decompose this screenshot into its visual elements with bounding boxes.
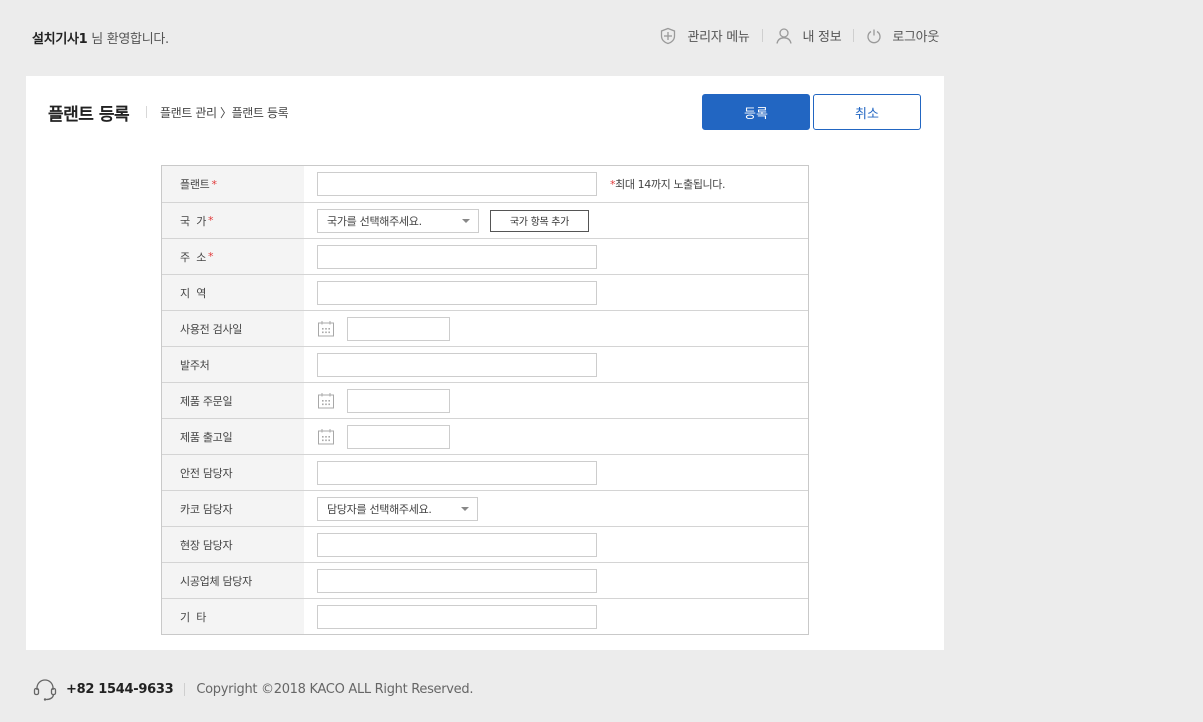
calendar-icon[interactable] [317,392,335,410]
form-row-ship-date: 제품 출고일 [162,418,808,454]
top-bar: 설치기사1 님 환영합니다. 관리자 메뉴 내 정보 로그아웃 [0,0,944,72]
nav-divider [761,29,763,42]
address-label-text: 주 소 [180,250,207,264]
add-country-button[interactable]: 국가 항목 추가 [490,209,589,232]
required-mark: * [208,250,214,263]
contractor-manager-field [304,563,808,598]
kaco-manager-select-value: 담당자를 선택해주세요. [327,502,432,516]
cancel-button[interactable]: 취소 [813,94,921,130]
ship-date-input[interactable] [347,424,450,449]
order-date-label: 제품 주문일 [162,383,304,418]
form-row-inspection-date: 사용전 검사일 [162,310,808,346]
nav-divider [853,29,855,42]
my-info-link[interactable]: 내 정보 [775,26,842,45]
user-icon [775,27,792,44]
note-text: 최대 14까지 노출됩니다. [615,178,726,191]
shield-icon [661,27,676,44]
power-icon [867,29,881,43]
inspection-date-input[interactable] [347,316,450,341]
address-field [304,239,808,274]
address-label: 주 소 * [162,239,304,274]
etc-input[interactable] [317,604,597,629]
plant-field: *최대 14까지 노출됩니다. [304,166,808,202]
ship-date-label: 제품 출고일 [162,419,304,454]
logout-link[interactable]: 로그아웃 [866,26,939,45]
order-date-input[interactable] [347,388,450,413]
form-row-country: 국 가 * 국가를 선택해주세요. 국가 항목 추가 [162,202,808,238]
footer: +82 1544-9633 Copyright ©2018 KACO ALL R… [32,676,473,702]
required-mark: * [208,214,214,227]
kaco-manager-field: 담당자를 선택해주세요. [304,491,808,526]
plant-form: 플랜트 * *최대 14까지 노출됩니다. 국 가 * 국가를 선택해주세요. 국가… [161,165,809,635]
region-label-text: 지 역 [180,286,207,300]
required-mark: * [211,177,217,191]
safety-manager-input[interactable] [317,460,597,485]
form-row-region: 지 역 [162,274,808,310]
user-name: 설치기사1 [32,32,88,47]
chevron-down-icon [462,218,470,223]
headset-icon [33,679,57,701]
form-row-address: 주 소 * [162,238,808,274]
form-row-contractor-manager: 시공업체 담당자 [162,562,808,598]
country-select-value: 국가를 선택해주세요. [327,214,422,228]
support-phone: +82 1544-9633 [66,681,174,697]
plant-note: *최대 14까지 노출됩니다. [610,176,725,192]
form-row-etc: 기 타 [162,598,808,634]
form-row-site-manager: 현장 담당자 [162,526,808,562]
client-input[interactable] [317,352,597,377]
safety-manager-label: 안전 담당자 [162,455,304,490]
client-label: 발주처 [162,347,304,382]
logout-label: 로그아웃 [892,30,939,45]
site-manager-input[interactable] [317,532,597,557]
page-title: 플랜트 등록 [48,105,130,125]
breadcrumb: 플랜트 관리 〉플랜트 등록 [160,106,289,120]
plant-input[interactable] [317,172,597,196]
form-row-safety-manager: 안전 담당자 [162,454,808,490]
country-label: 국 가 * [162,203,304,238]
plant-label-text: 플랜트 [180,178,210,191]
country-label-text: 국 가 [180,214,207,228]
register-button[interactable]: 등록 [702,94,810,130]
plant-label: 플랜트 * [162,166,304,202]
form-row-kaco-manager: 카코 담당자 담당자를 선택해주세요. [162,490,808,526]
region-label: 지 역 [162,275,304,310]
welcome-message: 설치기사1 님 환영합니다. [32,28,169,47]
contractor-manager-label: 시공업체 담당자 [162,563,304,598]
copyright: Copyright ©2018 KACO ALL Right Reserved. [196,681,474,697]
form-row-client: 발주처 [162,346,808,382]
country-field: 국가를 선택해주세요. 국가 항목 추가 [304,203,808,238]
client-field [304,347,808,382]
country-select[interactable]: 국가를 선택해주세요. [317,208,479,233]
address-input[interactable] [317,244,597,269]
kaco-manager-select[interactable]: 담당자를 선택해주세요. [317,496,478,521]
welcome-suffix: 님 환영합니다. [87,32,169,47]
inspection-date-label: 사용전 검사일 [162,311,304,346]
my-info-label: 내 정보 [802,30,842,45]
region-input[interactable] [317,280,597,305]
safety-manager-field [304,455,808,490]
admin-menu-label: 관리자 메뉴 [687,30,750,45]
admin-menu-link[interactable]: 관리자 메뉴 [659,26,750,45]
region-field [304,275,808,310]
site-manager-field [304,527,808,562]
etc-label: 기 타 [162,599,304,634]
etc-field [304,599,808,634]
form-row-plant: 플랜트 * *최대 14까지 노출됩니다. [162,166,808,202]
calendar-icon[interactable] [317,428,335,446]
contractor-manager-input[interactable] [317,568,597,593]
order-date-field [304,383,808,418]
calendar-icon[interactable] [317,320,335,338]
inspection-date-field [304,311,808,346]
content-panel: 플랜트 등록 플랜트 관리 〉플랜트 등록 등록 취소 플랜트 * *최대 14까… [26,76,944,650]
chevron-down-icon [461,506,469,511]
top-nav: 관리자 메뉴 내 정보 로그아웃 [659,26,939,45]
site-manager-label: 현장 담당자 [162,527,304,562]
ship-date-field [304,419,808,454]
title-divider [146,106,147,118]
etc-label-text: 기 타 [180,610,207,624]
kaco-manager-label: 카코 담당자 [162,491,304,526]
footer-divider [184,682,186,696]
form-row-order-date: 제품 주문일 [162,382,808,418]
